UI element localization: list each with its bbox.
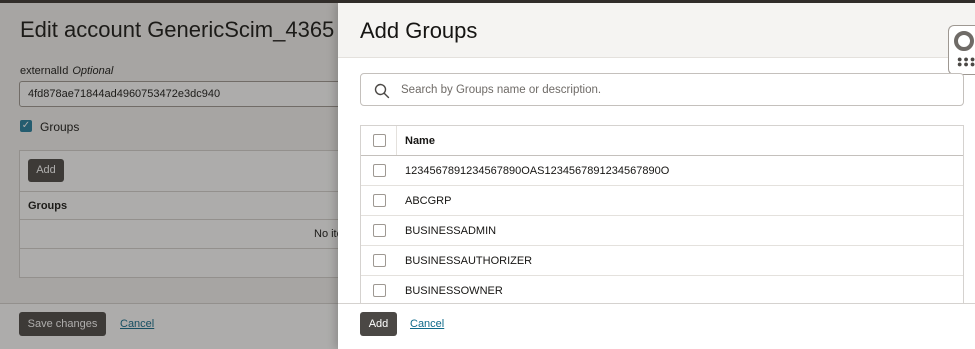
group-name: BUSINESSAUTHORIZER xyxy=(405,255,533,267)
group-name: ABCGRP xyxy=(405,195,452,207)
drawer-title: Add Groups xyxy=(360,18,478,43)
search-icon xyxy=(374,83,390,99)
group-name: BUSINESSOWNER xyxy=(405,285,503,297)
table-row[interactable]: BUSINESSAUTHORIZER xyxy=(361,246,963,276)
row-checkbox[interactable] xyxy=(373,254,386,267)
table-row[interactable]: ABCGRP xyxy=(361,186,963,216)
name-column-header: Name xyxy=(405,135,435,147)
add-button[interactable]: Add xyxy=(360,312,397,336)
add-groups-drawer: Add Groups ●●●●●● Name 12345678912345678… xyxy=(338,3,975,349)
select-all-checkbox[interactable] xyxy=(373,134,386,147)
search-input[interactable] xyxy=(401,74,951,105)
group-name: BUSINESSADMIN xyxy=(405,225,497,237)
row-check-cell xyxy=(361,156,397,185)
drawer-footer: Add Cancel xyxy=(338,303,975,349)
row-check-cell xyxy=(361,276,397,304)
group-name: 1234567891234567890OAS123456789123456789… xyxy=(405,165,670,177)
table-row[interactable]: BUSINESSOWNER xyxy=(361,276,963,304)
table-row[interactable]: 1234567891234567890OAS123456789123456789… xyxy=(361,156,963,186)
row-check-cell xyxy=(361,246,397,275)
app-grid-icon: ●●● ●●● xyxy=(957,54,975,69)
row-check-cell xyxy=(361,186,397,215)
groups-table: Name 1234567891234567890OAS1234567891234… xyxy=(360,125,964,304)
select-all-cell xyxy=(361,126,397,155)
drawer-header: Add Groups xyxy=(338,3,975,58)
row-checkbox[interactable] xyxy=(373,224,386,237)
table-header-row: Name xyxy=(361,126,963,156)
row-checkbox[interactable] xyxy=(373,284,386,297)
cancel-link[interactable]: Cancel xyxy=(410,318,444,330)
modal-scrim[interactable] xyxy=(0,3,338,349)
table-row[interactable]: BUSINESSADMIN xyxy=(361,216,963,246)
help-widget[interactable]: ●●● ●●● xyxy=(948,25,975,75)
row-checkbox[interactable] xyxy=(373,164,386,177)
row-checkbox[interactable] xyxy=(373,194,386,207)
row-check-cell xyxy=(361,216,397,245)
search-box xyxy=(360,73,964,106)
lifebuoy-icon xyxy=(954,31,974,51)
top-bar xyxy=(0,0,975,3)
